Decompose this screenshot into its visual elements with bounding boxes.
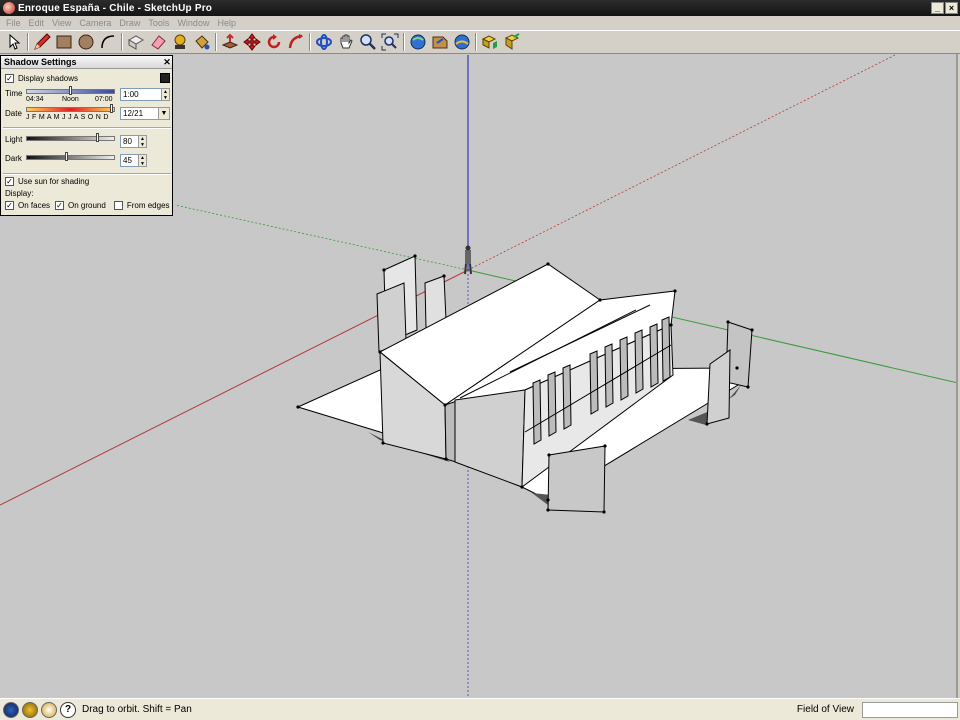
shadow-settings-header[interactable]: Shadow Settings ✕: [1, 56, 172, 69]
rotate-tool-icon[interactable]: [263, 31, 285, 53]
extension-icon[interactable]: [501, 31, 523, 53]
status-bar: ? Drag to orbit. Shift = Pan Field of Vi…: [0, 698, 960, 720]
menu-draw[interactable]: Draw: [115, 18, 144, 28]
title-bar: Enroque España - Chile - SketchUp Pro _ …: [0, 0, 960, 16]
display-shadows-row: ✓ Display shadows: [5, 73, 170, 83]
zoom-tool-icon[interactable]: [357, 31, 379, 53]
close-button[interactable]: ×: [945, 2, 958, 14]
close-panel-icon[interactable]: ✕: [162, 57, 172, 68]
credits-icon[interactable]: [22, 701, 38, 718]
use-sun-checkbox[interactable]: ✓: [5, 177, 14, 186]
tape-measure-icon[interactable]: [169, 31, 191, 53]
geolocation-icon[interactable]: [3, 701, 19, 718]
time-noon: Noon: [62, 96, 79, 103]
get-models-icon[interactable]: [407, 31, 429, 53]
geolocate-icon[interactable]: [451, 31, 473, 53]
on-faces-checkbox[interactable]: ✓: [5, 201, 14, 210]
sketchup-logo-icon: [3, 2, 15, 14]
front-panel: [547, 445, 606, 513]
push-pull-icon[interactable]: [219, 31, 241, 53]
help-icon[interactable]: ?: [60, 701, 76, 718]
time-start: 04:34: [26, 96, 44, 103]
use-sun-row: ✓ Use sun for shading: [5, 177, 89, 186]
time-field[interactable]: 1:00: [120, 88, 162, 101]
orbit-tool-icon[interactable]: [313, 31, 335, 53]
display-label: Display:: [5, 189, 34, 198]
measurements-label: Field of View: [796, 704, 854, 715]
light-slider[interactable]: [26, 136, 115, 141]
dark-label: Dark: [5, 154, 22, 163]
from-edges-label: From edges: [126, 201, 170, 210]
user-icon[interactable]: [41, 701, 57, 718]
on-ground-label: On ground: [68, 201, 106, 210]
menu-camera[interactable]: Camera: [75, 18, 115, 28]
pencil-tool-icon[interactable]: [31, 31, 53, 53]
display-options-row: ✓ On faces ✓ On ground From edges: [5, 201, 170, 210]
main-toolbar: [0, 30, 960, 54]
time-slider-handle[interactable]: [69, 86, 72, 95]
dark-field[interactable]: 45: [120, 154, 140, 167]
menu-bar: File Edit View Camera Draw Tools Window …: [0, 16, 960, 30]
dark-slider-handle[interactable]: [65, 152, 68, 161]
menu-view[interactable]: View: [48, 18, 75, 28]
display-shadows-label: Display shadows: [18, 73, 79, 83]
shadow-settings-title: Shadow Settings: [4, 57, 77, 67]
right-panel-front: [706, 349, 731, 425]
select-tool-icon[interactable]: [3, 31, 25, 53]
time-end: 07:00: [95, 96, 113, 103]
components-icon[interactable]: [479, 31, 501, 53]
light-slider-handle[interactable]: [96, 133, 99, 142]
side-wall: [454, 389, 526, 488]
date-label: Date: [5, 109, 22, 118]
shadow-settings-panel: Shadow Settings ✕ ✓ Display shadows Time…: [0, 55, 173, 216]
month-scale: J F M A M J J A S O N D: [26, 114, 109, 121]
menu-help[interactable]: Help: [213, 18, 240, 28]
menu-tools[interactable]: Tools: [144, 18, 173, 28]
window-title: Enroque España - Chile - SketchUp Pro: [18, 2, 213, 14]
date-slider-handle[interactable]: [110, 104, 113, 113]
make-component-icon[interactable]: [125, 31, 147, 53]
dark-slider[interactable]: [26, 155, 115, 160]
use-sun-label: Use sun for shading: [18, 177, 90, 186]
share-model-icon[interactable]: [429, 31, 451, 53]
red-axis-dashed: [467, 54, 896, 271]
zoom-extents-icon[interactable]: [379, 31, 401, 53]
rectangle-tool-icon[interactable]: [53, 31, 75, 53]
light-spinner[interactable]: ▲ ▼: [138, 135, 147, 148]
date-dropdown-icon[interactable]: ▼: [158, 107, 170, 120]
follow-me-icon[interactable]: [285, 31, 307, 53]
measurements-field[interactable]: [862, 701, 958, 718]
time-label: Time: [5, 89, 23, 98]
circle-tool-icon[interactable]: [75, 31, 97, 53]
on-faces-label: On faces: [18, 201, 51, 210]
pan-tool-icon[interactable]: [335, 31, 357, 53]
menu-window[interactable]: Window: [173, 18, 213, 28]
menu-edit[interactable]: Edit: [25, 18, 49, 28]
from-edges-checkbox[interactable]: [113, 201, 123, 210]
status-hint: Drag to orbit. Shift = Pan: [82, 704, 192, 715]
menu-file[interactable]: File: [2, 18, 25, 28]
display-shadows-checkbox[interactable]: ✓: [5, 73, 14, 83]
light-label: Light: [5, 135, 23, 144]
light-field[interactable]: 80: [120, 135, 140, 148]
dark-spinner[interactable]: ▲ ▼: [138, 154, 147, 167]
date-slider[interactable]: [26, 107, 115, 112]
paint-bucket-icon[interactable]: [191, 31, 213, 53]
collapse-panel-icon[interactable]: [160, 73, 170, 83]
eraser-tool-icon[interactable]: [147, 31, 169, 53]
move-tool-icon[interactable]: [241, 31, 263, 53]
time-spinner[interactable]: ▲ ▼: [161, 88, 170, 101]
arc-tool-icon[interactable]: [97, 31, 119, 53]
on-ground-checkbox[interactable]: ✓: [55, 201, 65, 210]
minimize-button[interactable]: _: [931, 2, 944, 14]
green-axis-dashed: [174, 204, 469, 271]
